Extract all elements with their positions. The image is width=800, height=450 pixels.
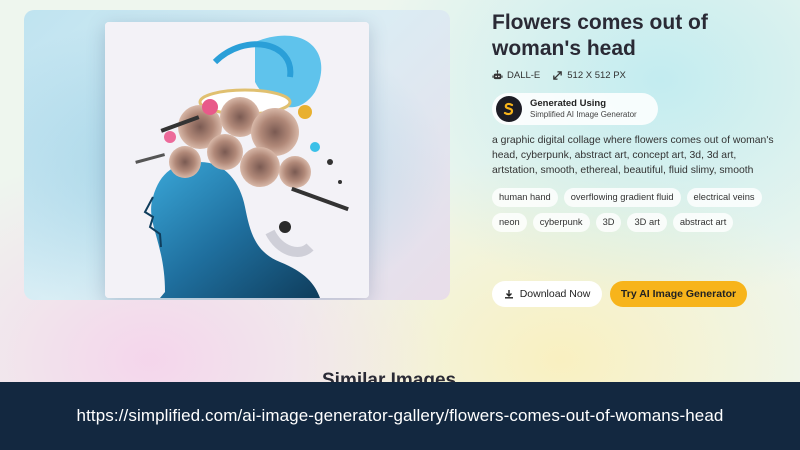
generator-name: Simplified AI Image Generator bbox=[530, 110, 637, 119]
tag-chip[interactable]: abstract art bbox=[672, 213, 734, 232]
model-name: DALL-E bbox=[507, 70, 541, 81]
generated-artwork[interactable] bbox=[105, 22, 369, 298]
download-label: Download Now bbox=[519, 288, 591, 300]
try-generator-button[interactable]: Try AI Image Generator bbox=[610, 281, 747, 307]
size-info: 512 X 512 PX bbox=[552, 70, 626, 81]
tag-chip[interactable]: overflowing gradient fluid bbox=[563, 188, 681, 207]
page-title: Flowers comes out of woman's head bbox=[492, 11, 708, 60]
tag-chip[interactable]: 3D bbox=[595, 213, 622, 232]
image-meta: DALL-E 512 X 512 PX bbox=[492, 70, 782, 81]
prompt-description: a graphic digital collage where flowers … bbox=[492, 135, 774, 176]
model-info: DALL-E bbox=[492, 70, 540, 81]
artwork-illustration bbox=[105, 22, 369, 298]
try-generator-label: Try AI Image Generator bbox=[620, 288, 737, 300]
robot-icon bbox=[492, 70, 503, 80]
tag-chip[interactable]: human hand bbox=[492, 188, 558, 207]
simplified-logo-icon bbox=[496, 96, 522, 122]
tag-list: human hand overflowing gradient fluid elec… bbox=[492, 188, 782, 232]
download-icon bbox=[504, 290, 513, 299]
generator-badge[interactable]: Generated Using Simplified AI Image Gene… bbox=[492, 93, 658, 125]
image-size: 512 X 512 PX bbox=[567, 70, 626, 81]
generator-text: Generated Using Simplified AI Image Gene… bbox=[530, 98, 637, 120]
generated-label: Generated Using bbox=[530, 98, 607, 109]
tag-chip[interactable]: 3D art bbox=[627, 213, 667, 232]
download-button[interactable]: Download Now bbox=[492, 281, 602, 307]
image-preview-card bbox=[24, 10, 450, 300]
resize-icon bbox=[553, 71, 563, 80]
tag-chip[interactable]: cyberpunk bbox=[532, 213, 590, 232]
tag-chip[interactable]: neon bbox=[492, 213, 527, 232]
page-url[interactable]: https://simplified.com/ai-image-generato… bbox=[77, 406, 724, 426]
action-buttons: Download Now Try AI Image Generator bbox=[492, 281, 747, 307]
url-banner: https://simplified.com/ai-image-generato… bbox=[0, 382, 800, 450]
image-details: Flowers comes out of woman's head DALL-E… bbox=[492, 10, 782, 232]
tag-chip[interactable]: electrical veins bbox=[686, 188, 762, 207]
